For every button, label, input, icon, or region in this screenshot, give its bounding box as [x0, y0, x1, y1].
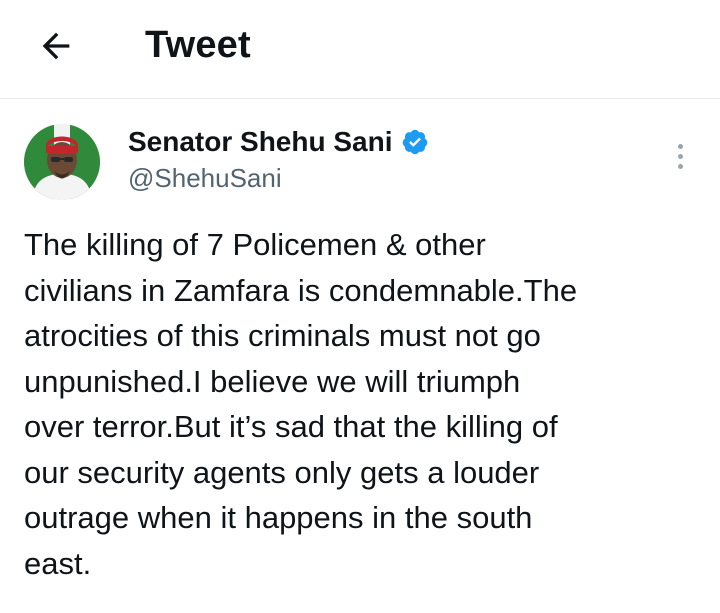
tweet-line: unpunished.I believe we will triumph	[24, 363, 521, 399]
tweet-line: east.	[24, 545, 92, 581]
more-options-button[interactable]	[664, 138, 696, 174]
tweet-line: our security agents only gets a louder	[24, 454, 540, 490]
avatar[interactable]	[24, 124, 100, 200]
author-name: Senator Shehu Sani	[128, 126, 393, 157]
more-vertical-icon	[677, 143, 683, 149]
tweet-line: atrocities of this criminals must not go	[24, 318, 541, 353]
back-button[interactable]	[32, 24, 80, 68]
tweet-text: The killing of 7 Policemen & other civil…	[24, 222, 700, 586]
tweet-page: Tweet Senator Shehu Sani @ShehuSani The …	[0, 0, 720, 613]
tweet-line: over terror.But it’s sad that the killin…	[24, 409, 558, 444]
top-bar: Tweet	[0, 0, 720, 96]
tweet-line: The killing of 7 Policemen & other	[24, 227, 486, 262]
verified-badge-icon	[401, 128, 429, 156]
tweet-line: outrage when it happens in the south	[24, 500, 533, 535]
header-divider	[0, 98, 720, 99]
more-dot	[677, 163, 683, 169]
more-dot	[677, 153, 683, 159]
author-handle[interactable]: @ShehuSani	[128, 160, 282, 196]
arrow-left-icon	[42, 32, 70, 60]
profile-photo	[24, 124, 100, 200]
author-name-row[interactable]: Senator Shehu Sani	[128, 122, 429, 162]
tweet-line: civilians in Zamfara is condemnable.The	[24, 272, 578, 308]
page-title: Tweet	[145, 24, 251, 66]
